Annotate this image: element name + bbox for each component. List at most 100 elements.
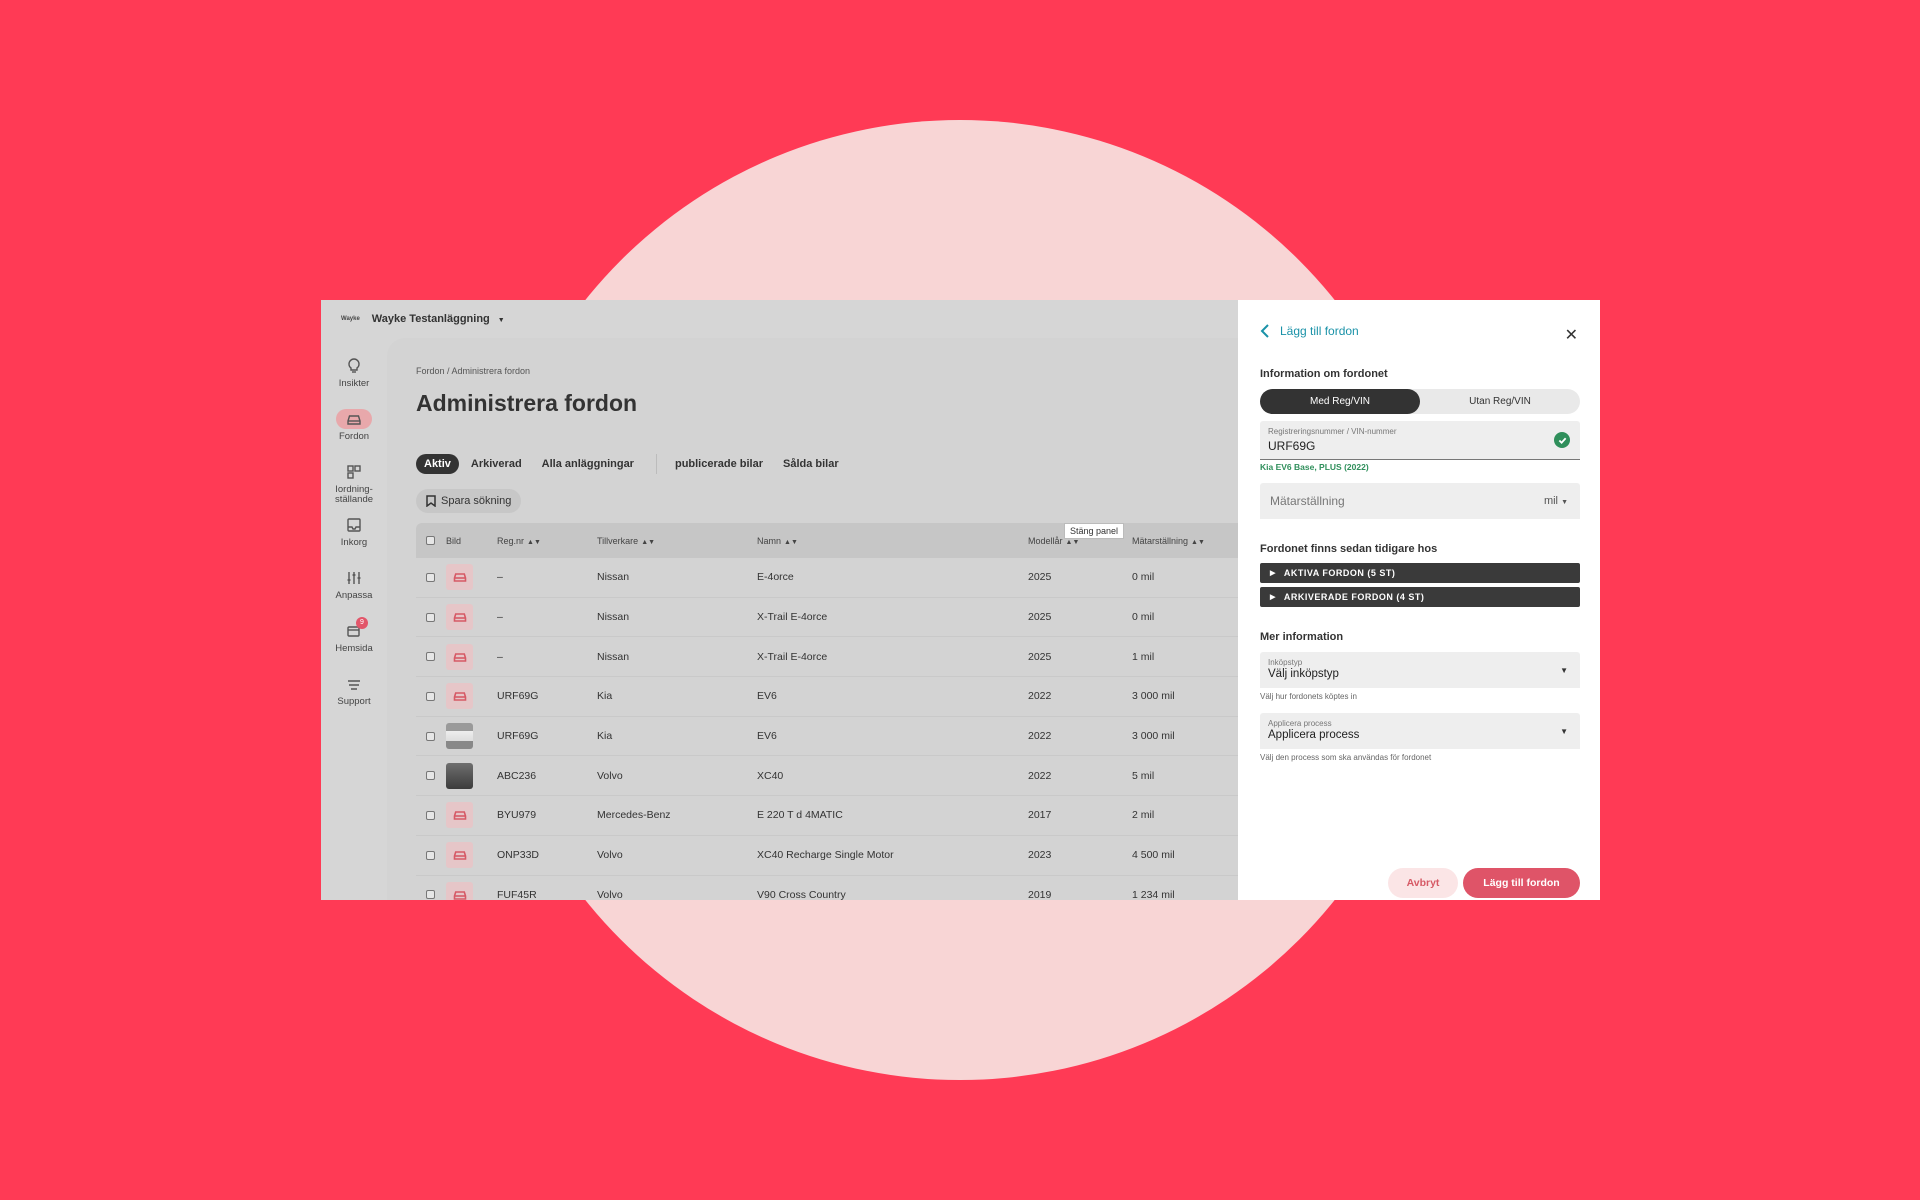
sidebar: Insikter Fordon Iordning- ställande Inko… (321, 350, 387, 721)
cell-name: XC40 (757, 769, 784, 782)
purchase-type-select[interactable]: Inköpstyp Välj inköpstyp ▼ (1260, 652, 1580, 688)
sidebar-item-label: Iordning- ställande (334, 484, 374, 505)
sort-icon: ▲▼ (784, 538, 798, 546)
vehicle-photo-thumbnail (446, 723, 473, 750)
cell-odometer: 1 mil (1132, 650, 1155, 663)
cell-reg: – (497, 650, 503, 663)
unit-select[interactable]: mil ▼ (1544, 495, 1568, 507)
cell-odometer: 1 234 mil (1132, 888, 1175, 900)
sidebar-item-label: Insikter (338, 378, 370, 389)
caret-right-icon: ▶ (1270, 594, 1276, 601)
reg-vin-field[interactable]: Registreringsnummer / VIN-nummer URF69G (1260, 421, 1580, 460)
row-checkbox[interactable] (426, 850, 435, 860)
vehicle-table: Bild Reg.nr ▲▼ Tillverkare ▲▼ Namn ▲▼ Model… (416, 523, 1239, 900)
select-all-checkbox[interactable] (426, 536, 435, 545)
tab-arkiverad[interactable]: Arkiverad (463, 454, 530, 474)
row-checkbox[interactable] (426, 572, 435, 582)
cell-manufacturer: Volvo (597, 888, 623, 900)
cell-manufacturer: Nissan (597, 611, 630, 624)
cell-year: 2025 (1028, 611, 1052, 624)
vehicle-placeholder-thumbnail (446, 564, 473, 591)
row-checkbox[interactable] (426, 890, 435, 900)
table-row[interactable]: – Nissan X-Trail E-4orce 2025 0 mil (416, 598, 1239, 638)
add-vehicle-button[interactable]: Lägg till fordon (1463, 868, 1580, 898)
column-header-reg[interactable]: Reg.nr ▲▼ (497, 536, 597, 546)
car-icon (453, 652, 466, 662)
back-button[interactable]: Lägg till fordon (1260, 323, 1359, 339)
sidebar-item-hemsida[interactable]: 9 Hemsida (321, 615, 387, 668)
chevron-down-icon: ▼ (497, 317, 505, 324)
sidebar-item-label: Anpassa (335, 590, 373, 601)
app-window: Wayke Wayke Testanläggning ▼ Insikter For… (321, 300, 1239, 900)
sidebar-item-iordningstallande[interactable]: Iordning- ställande (321, 456, 387, 509)
sidebar-item-label: Fordon (338, 431, 370, 442)
row-checkbox[interactable] (426, 810, 435, 820)
vehicle-placeholder-thumbnail (446, 802, 473, 829)
cancel-button[interactable]: Avbryt (1388, 868, 1458, 898)
reg-vin-toggle: Med Reg/VIN Utan Reg/VIN (1260, 389, 1580, 414)
row-checkbox[interactable] (426, 691, 435, 701)
cell-name: E 220 T d 4MATIC (757, 809, 843, 822)
sidebar-item-anpassa[interactable]: Anpassa (321, 562, 387, 615)
process-value: Applicera process (1268, 729, 1360, 741)
table-row[interactable]: BYU979 Mercedes-Benz E 220 T d 4MATIC 2017 2… (416, 796, 1239, 836)
tab-publicerade-bilar[interactable]: publicerade bilar (667, 454, 771, 474)
row-checkbox[interactable] (426, 771, 435, 781)
save-search-button[interactable]: Spara sökning (416, 489, 522, 513)
row-checkbox[interactable] (426, 612, 435, 622)
section-heading-existing: Fordonet finns sedan tidigare hos (1260, 543, 1438, 555)
table-row[interactable]: – Nissan X-Trail E-4orce 2025 1 mil (416, 637, 1239, 678)
table-row[interactable]: – Nissan E-4orce 2025 0 mil (416, 558, 1239, 598)
bookmark-icon (426, 495, 436, 507)
cell-manufacturer: Nissan (597, 650, 630, 663)
cell-name: EV6 (757, 730, 777, 743)
table-row[interactable]: URF69G Kia EV6 2022 3 000 mil (416, 677, 1239, 717)
toggle-with-reg-vin[interactable]: Med Reg/VIN (1260, 389, 1420, 414)
car-icon (453, 692, 466, 702)
cell-manufacturer: Mercedes-Benz (597, 809, 671, 822)
sidebar-item-insikter[interactable]: Insikter (321, 350, 387, 403)
sidebar-item-fordon[interactable]: Fordon (321, 403, 387, 456)
caret-right-icon: ▶ (1270, 570, 1276, 577)
column-header-name[interactable]: Namn ▲▼ (757, 536, 1028, 546)
add-vehicle-panel: Lägg till fordon ✕ Information om fordon… (1238, 300, 1600, 900)
row-checkbox[interactable] (426, 652, 435, 662)
close-icon[interactable]: ✕ (1565, 325, 1578, 345)
table-row[interactable]: ONP33D Volvo XC40 Recharge Single Motor 202… (416, 836, 1239, 876)
main-content: Fordon / Administrera fordon Administrer… (387, 338, 1239, 900)
cell-year: 2025 (1028, 650, 1052, 663)
cell-year: 2019 (1028, 888, 1052, 900)
purchase-type-value: Välj inköpstyp (1268, 668, 1339, 680)
filter-tabs: Aktiv Arkiverad Alla anläggningar public… (416, 454, 851, 474)
tab-alla-anlaggningar[interactable]: Alla anläggningar (534, 454, 642, 474)
cell-name: E-4orce (757, 571, 794, 584)
cell-manufacturer: Volvo (597, 769, 623, 782)
archived-vehicles-accordion[interactable]: ▶ ARKIVERADE FORDON (4 ST) (1260, 587, 1580, 607)
column-header-odometer[interactable]: Mätarställning ▲▼ (1132, 536, 1239, 546)
org-switcher[interactable]: Wayke Testanläggning ▼ (372, 313, 505, 325)
check-circle-icon (1554, 432, 1570, 448)
tab-aktiv[interactable]: Aktiv (416, 454, 459, 474)
cell-year: 2022 (1028, 769, 1052, 782)
cell-odometer: 4 500 mil (1132, 849, 1175, 862)
column-header-manufacturer[interactable]: Tillverkare ▲▼ (597, 536, 757, 546)
row-checkbox[interactable] (426, 731, 435, 741)
process-select[interactable]: Applicera process Applicera process ▼ (1260, 713, 1580, 749)
sidebar-item-inkorg[interactable]: Inkorg (321, 509, 387, 562)
table-row[interactable]: ABC236 Volvo XC40 2022 5 mil (416, 756, 1239, 797)
odometer-placeholder: Mätarställning (1270, 494, 1345, 508)
sort-icon: ▲▼ (1065, 538, 1080, 546)
chevron-down-icon: ▼ (1560, 666, 1568, 675)
tab-salda-bilar[interactable]: Sålda bilar (775, 454, 847, 474)
accordion-label: ARKIVERADE FORDON (4 ST) (1283, 592, 1425, 602)
sidebar-item-support[interactable]: Support (321, 668, 387, 721)
active-vehicles-accordion[interactable]: ▶ AKTIVA FORDON (5 ST) (1260, 563, 1580, 583)
odometer-field[interactable]: Mätarställning mil ▼ (1260, 483, 1580, 519)
process-label: Applicera process (1268, 719, 1332, 728)
cell-odometer: 0 mil (1132, 611, 1155, 624)
toggle-without-reg-vin[interactable]: Utan Reg/VIN (1420, 389, 1580, 414)
cell-name: EV6 (757, 690, 777, 703)
cell-reg: ONP33D (497, 849, 540, 862)
table-row[interactable]: FUF45R Volvo V90 Cross Country 2019 1 234 mi… (416, 876, 1239, 900)
table-row[interactable]: URF69G Kia EV6 2022 3 000 mil (416, 717, 1239, 757)
